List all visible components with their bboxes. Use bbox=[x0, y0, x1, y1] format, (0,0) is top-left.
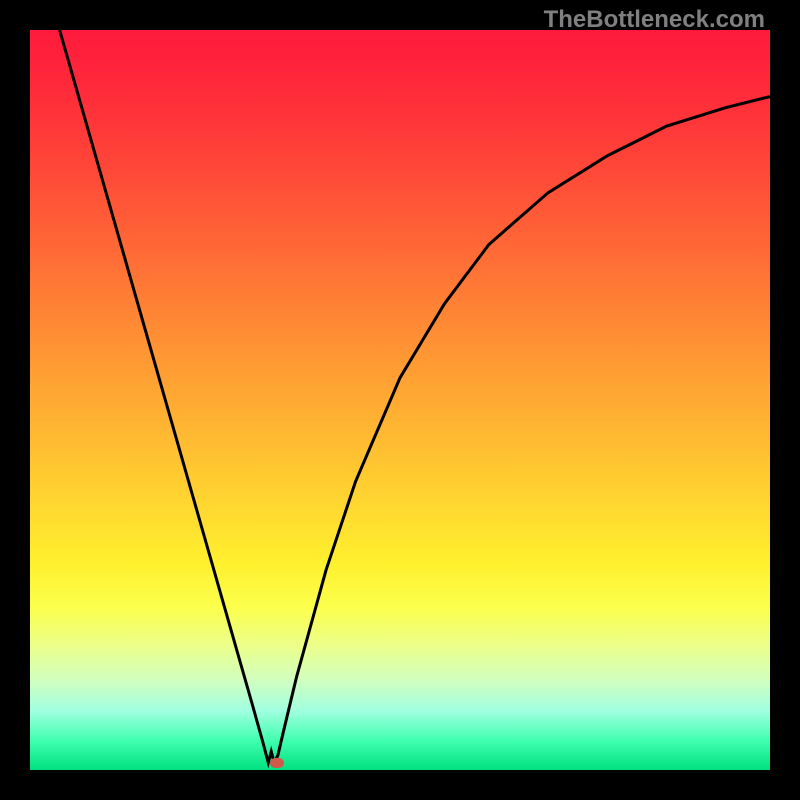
curve-svg bbox=[30, 30, 770, 770]
watermark-text: TheBottleneck.com bbox=[544, 6, 765, 34]
chart-container: TheBottleneck.com bbox=[0, 0, 800, 800]
bottleneck-curve bbox=[60, 30, 770, 763]
plot-area bbox=[30, 30, 770, 770]
optimal-marker bbox=[270, 758, 284, 768]
